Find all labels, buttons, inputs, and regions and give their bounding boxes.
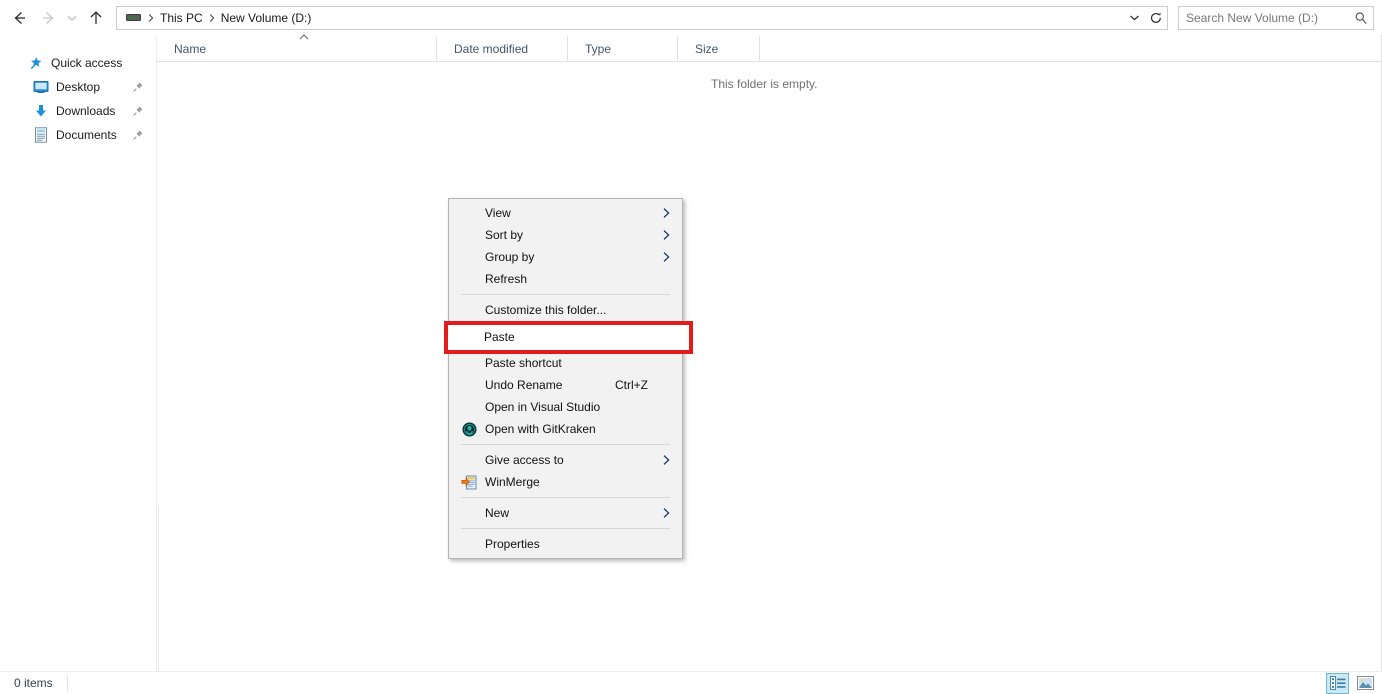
status-bar-divider: [67, 675, 68, 691]
sidebar-item-downloads-label: Downloads: [56, 104, 115, 118]
menu-item-open-in-visual-studio-label: Open in Visual Studio: [485, 400, 600, 414]
arrow-up-icon: [87, 9, 105, 27]
arrow-right-icon: [39, 9, 57, 27]
pushpin-icon[interactable]: [132, 104, 144, 116]
details-view-button[interactable]: [1326, 673, 1349, 694]
column-header-date-modified[interactable]: Date modified: [437, 36, 568, 62]
menu-item-undo-rename[interactable]: Undo Rename Ctrl+Z: [449, 374, 682, 396]
menu-item-open-with-gitkraken[interactable]: Open with GitKraken: [449, 418, 682, 440]
menu-item-give-access-to[interactable]: Give access to: [449, 449, 682, 471]
sort-ascending-icon: [298, 30, 310, 38]
menu-item-undo-rename-shortcut: Ctrl+Z: [615, 378, 648, 392]
chevron-right-icon: [661, 251, 671, 263]
chevron-down-icon: [1128, 11, 1141, 24]
column-header-name[interactable]: Name: [157, 36, 437, 62]
chevron-right-icon: [661, 207, 671, 219]
breadcrumb-separator-0[interactable]: [144, 13, 158, 23]
menu-item-give-access-to-label: Give access to: [485, 453, 564, 467]
desktop-icon: [33, 79, 49, 95]
column-header-date-modified-label: Date modified: [454, 42, 528, 56]
menu-item-customize-this-folder-label: Customize this folder...: [485, 303, 606, 317]
menu-item-sort-by[interactable]: Sort by: [449, 224, 682, 246]
large-icons-view-icon: [1357, 676, 1374, 690]
winmerge-icon: [461, 474, 477, 490]
menu-item-view-label: View: [485, 206, 511, 220]
menu-separator: [461, 294, 670, 295]
refresh-button[interactable]: [1145, 7, 1167, 29]
details-view-icon: [1330, 676, 1346, 690]
menu-item-group-by[interactable]: Group by: [449, 246, 682, 268]
sidebar-item-documents-label: Documents: [56, 128, 117, 142]
forward-button[interactable]: [34, 4, 62, 32]
search-icon[interactable]: [1349, 7, 1373, 29]
pushpin-icon[interactable]: [132, 80, 144, 92]
paste-highlight-label[interactable]: Paste: [484, 330, 515, 344]
column-header-type-label: Type: [585, 42, 611, 56]
back-button[interactable]: [6, 4, 34, 32]
menu-item-group-by-label: Group by: [485, 250, 534, 264]
large-icons-view-button[interactable]: [1354, 673, 1377, 694]
sidebar-item-quick-access[interactable]: Quick access: [0, 51, 156, 75]
up-one-level-button[interactable]: [82, 4, 110, 32]
chevron-right-icon: [661, 454, 671, 466]
refresh-icon: [1149, 11, 1163, 25]
menu-item-properties-label: Properties: [485, 537, 540, 551]
navigation-pane: Quick access Desktop: [0, 36, 157, 671]
menu-separator: [461, 497, 670, 498]
menu-item-winmerge[interactable]: WinMerge: [449, 471, 682, 493]
search-input[interactable]: Search New Volume (D:): [1179, 11, 1349, 25]
context-menu[interactable]: View Sort by Group by Refresh Customize …: [448, 198, 683, 559]
file-explorer-window: This PC New Volume (D:) Search New Volum…: [0, 0, 1382, 694]
pushpin-icon[interactable]: [132, 128, 144, 140]
gitkraken-icon: [461, 421, 477, 437]
menu-item-refresh-label: Refresh: [485, 272, 527, 286]
sidebar-item-documents[interactable]: Documents: [0, 123, 156, 147]
empty-folder-message: This folder is empty.: [711, 77, 817, 91]
menu-item-open-with-gitkraken-label: Open with GitKraken: [485, 422, 596, 436]
column-header-size[interactable]: Size: [678, 36, 760, 62]
status-bar: 0 items: [0, 671, 1382, 694]
menu-item-properties[interactable]: Properties: [449, 533, 682, 555]
item-count-label: 0 items: [14, 676, 53, 690]
menu-item-view[interactable]: View: [449, 202, 682, 224]
breadcrumb-this-pc[interactable]: This PC: [158, 7, 205, 29]
hard-drive-icon: [125, 10, 141, 26]
sidebar-item-quick-access-label: Quick access: [51, 56, 122, 70]
menu-item-undo-rename-label: Undo Rename: [485, 378, 562, 392]
column-header-row: Name Date modified Type Size: [157, 36, 1381, 62]
menu-item-new[interactable]: New: [449, 502, 682, 524]
column-header-name-label: Name: [174, 42, 206, 56]
menu-item-refresh[interactable]: Refresh: [449, 268, 682, 290]
menu-item-new-label: New: [485, 506, 509, 520]
menu-item-open-in-visual-studio[interactable]: Open in Visual Studio: [449, 396, 682, 418]
menu-item-winmerge-label: WinMerge: [485, 475, 540, 489]
address-bar[interactable]: This PC New Volume (D:): [116, 6, 1168, 30]
menu-item-paste-shortcut[interactable]: Paste shortcut: [449, 352, 682, 374]
search-box[interactable]: Search New Volume (D:): [1178, 6, 1374, 30]
column-header-type[interactable]: Type: [568, 36, 678, 62]
address-dropdown-button[interactable]: [1123, 7, 1145, 29]
chevron-right-icon: [661, 229, 671, 241]
menu-separator: [461, 528, 670, 529]
chevron-down-icon: [65, 11, 79, 25]
menu-item-customize-this-folder[interactable]: Customize this folder...: [449, 299, 682, 321]
sidebar-item-downloads[interactable]: Downloads: [0, 99, 156, 123]
downloads-arrow-icon: [33, 103, 49, 119]
menu-item-sort-by-label: Sort by: [485, 228, 523, 242]
menu-item-paste-shortcut-label: Paste shortcut: [485, 356, 562, 370]
file-list-area[interactable]: This folder is empty.: [158, 62, 1381, 671]
star-pin-icon: [28, 55, 44, 71]
menu-separator: [461, 444, 670, 445]
navigation-toolbar: This PC New Volume (D:) Search New Volum…: [0, 0, 1382, 35]
chevron-right-icon: [661, 507, 671, 519]
breadcrumb-new-volume[interactable]: New Volume (D:): [219, 7, 314, 29]
arrow-left-icon: [11, 9, 29, 27]
breadcrumb-separator-1[interactable]: [205, 13, 219, 23]
sidebar-item-desktop[interactable]: Desktop: [0, 75, 156, 99]
documents-icon: [33, 127, 49, 143]
recent-locations-button[interactable]: [62, 4, 82, 32]
column-header-size-label: Size: [695, 42, 718, 56]
content-left-divider: [158, 507, 159, 671]
sidebar-item-desktop-label: Desktop: [56, 80, 100, 94]
